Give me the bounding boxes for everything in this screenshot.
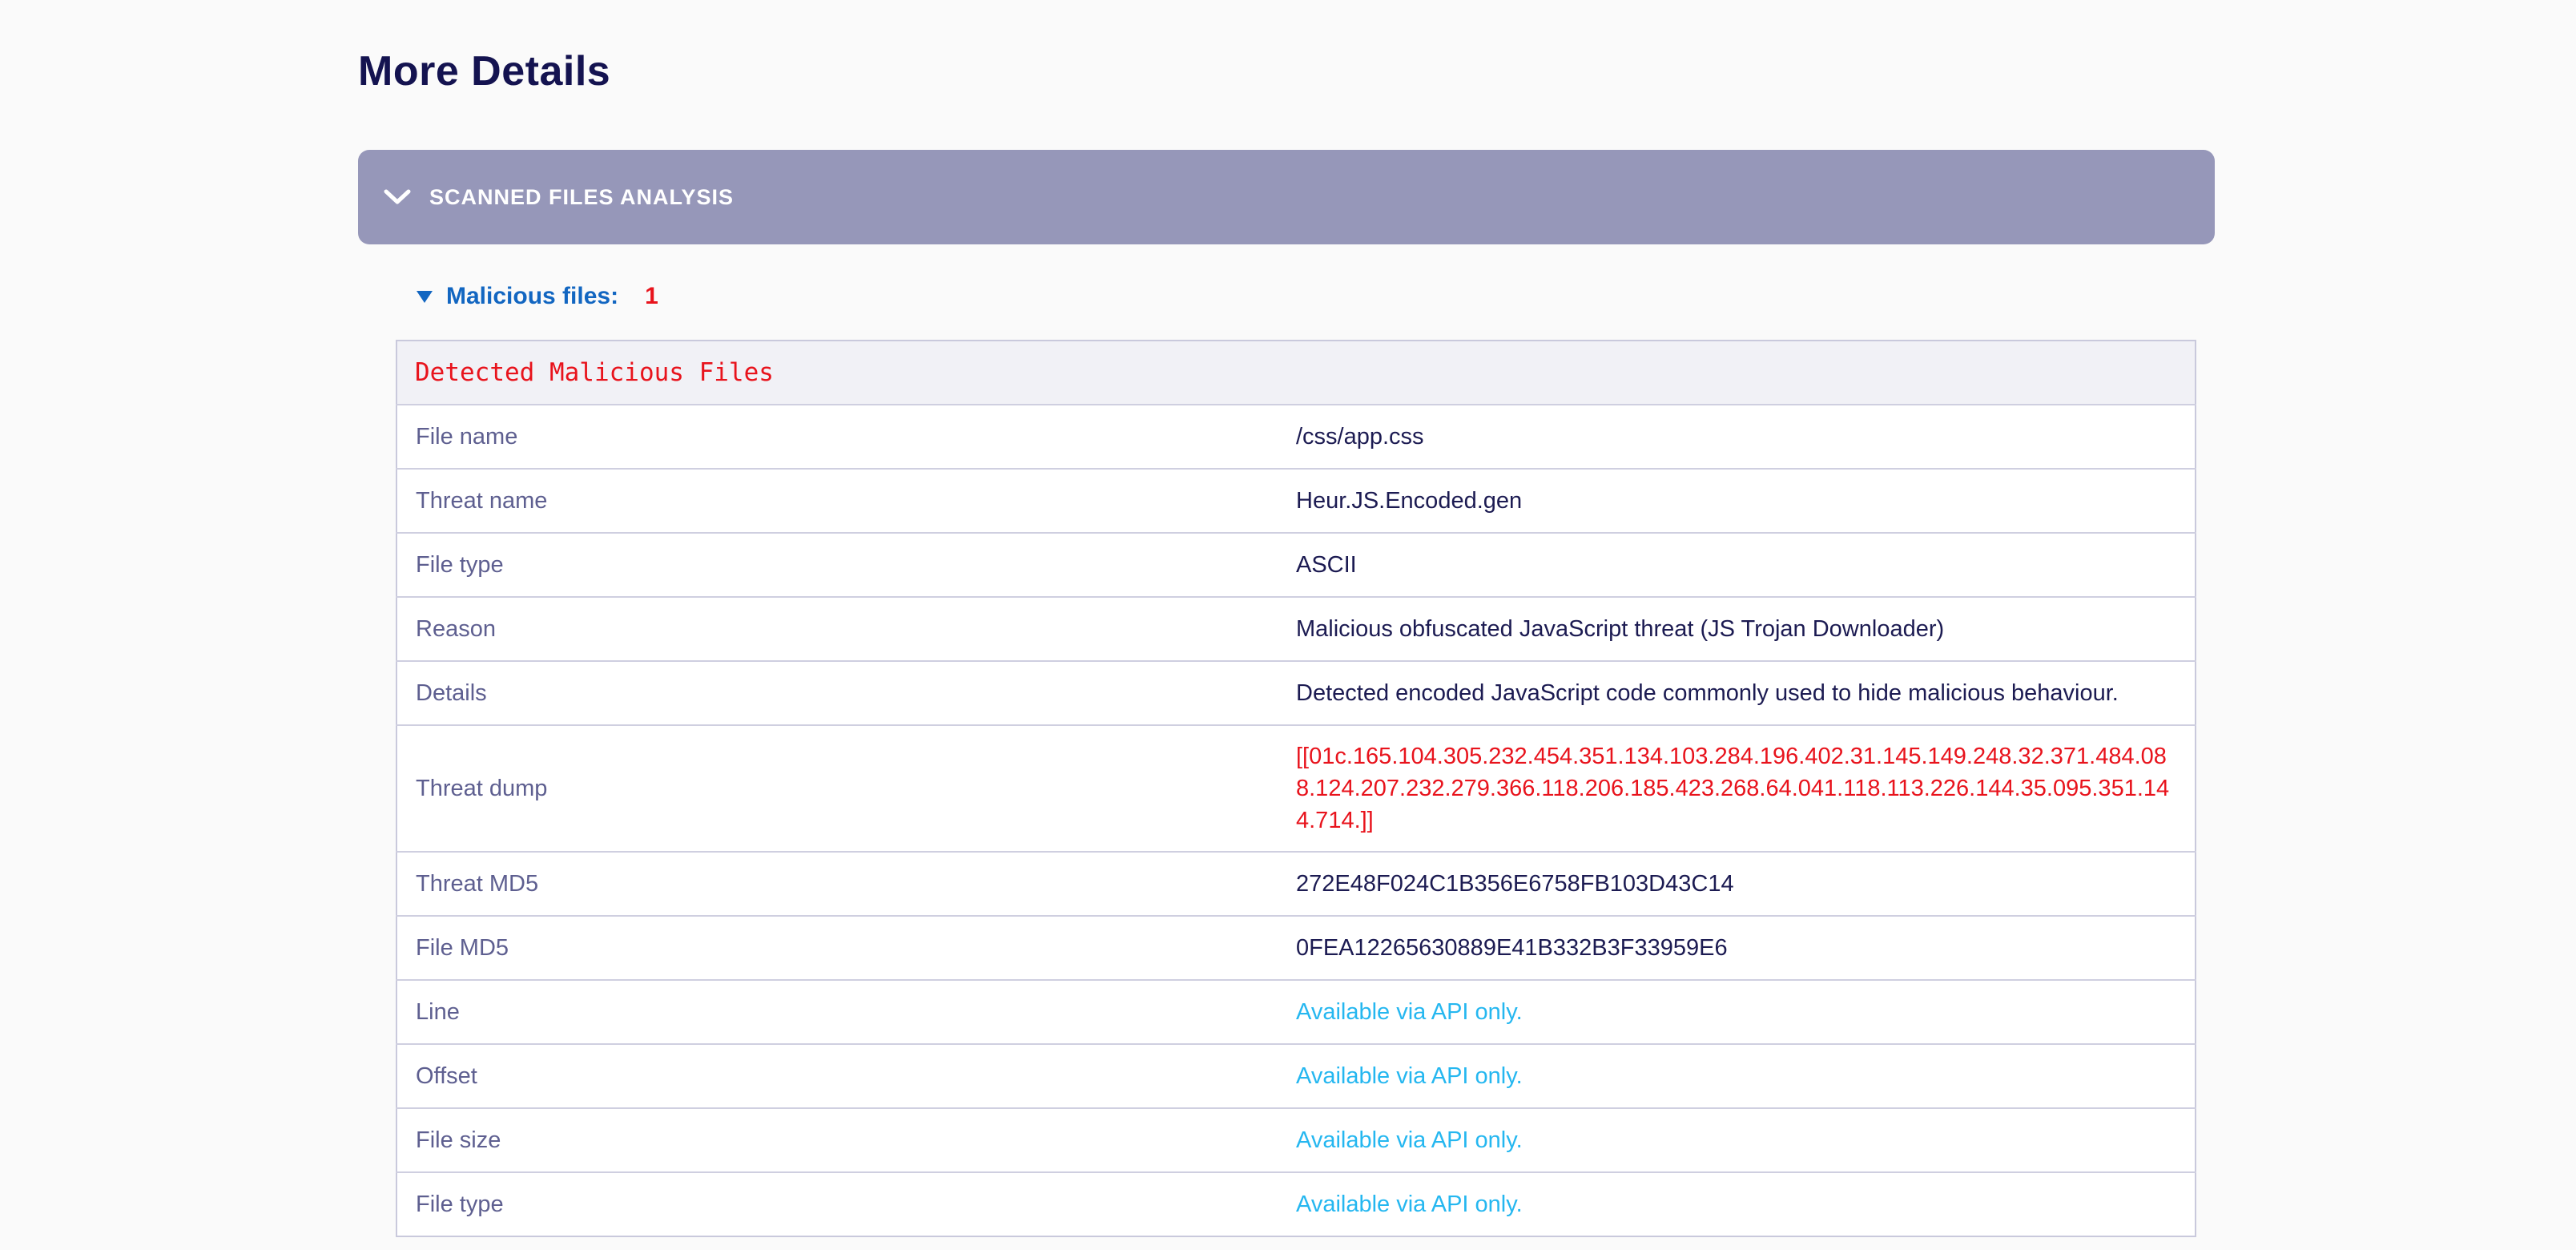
malicious-file-table: Detected Malicious Files File name/css/a…: [396, 340, 2196, 1237]
row-label: File name: [396, 405, 1296, 469]
row-label: File type: [396, 533, 1296, 597]
page-title: More Details: [358, 48, 2215, 95]
table-row: ReasonMalicious obfuscated JavaScript th…: [396, 597, 2196, 661]
table-row: File typeAvailable via API only.: [396, 1172, 2196, 1236]
row-label: File MD5: [396, 916, 1296, 980]
table-row: OffsetAvailable via API only.: [396, 1044, 2196, 1108]
table-row: File sizeAvailable via API only.: [396, 1108, 2196, 1172]
table-row: DetailsDetected encoded JavaScript code …: [396, 661, 2196, 725]
row-value: Available via API only.: [1296, 1172, 2196, 1236]
accordion-title: SCANNED FILES ANALYSIS: [429, 185, 734, 210]
row-value: Detected encoded JavaScript code commonl…: [1296, 661, 2196, 725]
malicious-files-toggle[interactable]: Malicious files: 1: [417, 283, 2215, 310]
row-label: Reason: [396, 597, 1296, 661]
row-label: Threat dump: [396, 725, 1296, 852]
caret-down-icon: [417, 291, 433, 303]
row-value: Available via API only.: [1296, 1108, 2196, 1172]
more-details-section: More Details SCANNED FILES ANALYSIS Mali…: [358, 0, 2215, 1237]
table-row: LineAvailable via API only.: [396, 980, 2196, 1044]
table-row: File MD50FEA12265630889E41B332B3F33959E6: [396, 916, 2196, 980]
row-value: Available via API only.: [1296, 1044, 2196, 1108]
scanned-files-analysis-header[interactable]: SCANNED FILES ANALYSIS: [358, 150, 2215, 244]
table-row: Threat dump[[01c.165.104.305.232.454.351…: [396, 725, 2196, 852]
table-row: Threat MD5272E48F024C1B356E6758FB103D43C…: [396, 852, 2196, 916]
row-label: File size: [396, 1108, 1296, 1172]
row-value: Available via API only.: [1296, 980, 2196, 1044]
malicious-files-label: Malicious files:: [446, 283, 618, 310]
row-label: Details: [396, 661, 1296, 725]
row-value: 0FEA12265630889E41B332B3F33959E6: [1296, 916, 2196, 980]
table-title: Detected Malicious Files: [396, 341, 2196, 405]
chevron-down-icon: [383, 188, 412, 206]
row-value: ASCII: [1296, 533, 2196, 597]
row-value: Malicious obfuscated JavaScript threat (…: [1296, 597, 2196, 661]
row-value: Heur.JS.Encoded.gen: [1296, 469, 2196, 533]
row-label: Offset: [396, 1044, 1296, 1108]
table-row: File name/css/app.css: [396, 405, 2196, 469]
malicious-files-count: 1: [645, 283, 658, 310]
row-label: Threat name: [396, 469, 1296, 533]
table-title-row: Detected Malicious Files: [396, 341, 2196, 405]
table-row: File typeASCII: [396, 533, 2196, 597]
row-value: /css/app.css: [1296, 405, 2196, 469]
table-body: File name/css/app.cssThreat nameHeur.JS.…: [396, 405, 2196, 1236]
row-label: Line: [396, 980, 1296, 1044]
row-label: File type: [396, 1172, 1296, 1236]
table-row: Threat nameHeur.JS.Encoded.gen: [396, 469, 2196, 533]
row-value: [[01c.165.104.305.232.454.351.134.103.28…: [1296, 725, 2196, 852]
row-label: Threat MD5: [396, 852, 1296, 916]
row-value: 272E48F024C1B356E6758FB103D43C14: [1296, 852, 2196, 916]
